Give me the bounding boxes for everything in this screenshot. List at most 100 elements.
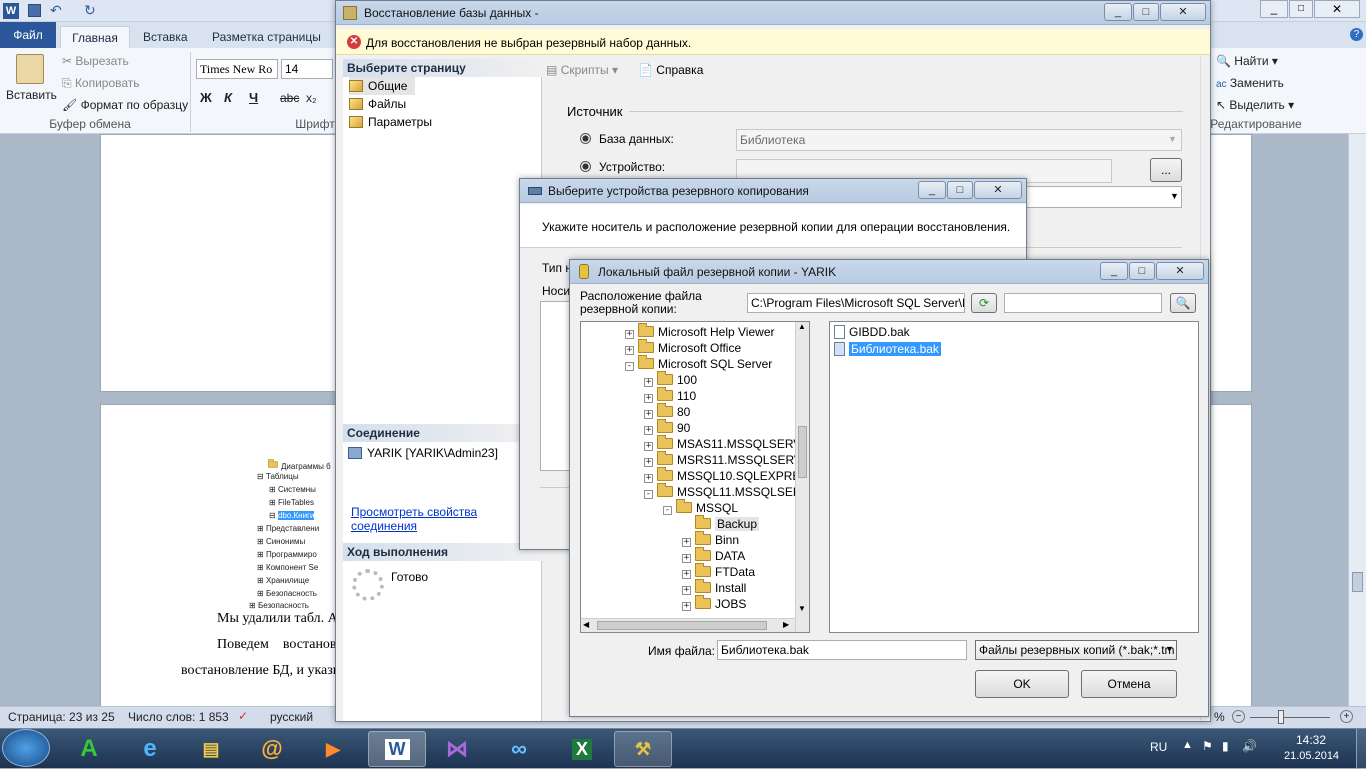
device-browse-button[interactable]: ... [1150,158,1182,182]
hscroll-thumb[interactable] [597,621,767,630]
zoom-slider[interactable] [1250,717,1330,718]
folder-tree-item[interactable]: +90 [644,419,690,436]
cut-button[interactable]: ✂ Вырезать [62,54,129,68]
folder-tree-item[interactable]: Backup [682,515,760,532]
undo-icon[interactable]: ↶ [50,2,62,19]
scroll-down-icon[interactable]: ▼ [798,604,806,613]
show-desktop-button[interactable] [1356,729,1366,769]
strikethrough-button[interactable]: abc [280,91,299,105]
scroll-thumb[interactable] [1352,572,1363,592]
spellcheck-icon[interactable]: ✓ [238,709,248,723]
find-button[interactable]: 🔍 Найти ▾ [1216,54,1278,68]
help-icon[interactable]: ? [1350,28,1363,41]
page-count[interactable]: Страница: 23 из 25 [8,710,115,724]
local-close-button[interactable]: ✕ [1156,262,1204,280]
help-button[interactable]: 📄 Справка [638,63,703,77]
clock-date[interactable]: 21.05.2014 [1284,750,1339,762]
internet-explorer-icon[interactable]: e [121,731,179,767]
app-a-icon[interactable]: A [60,731,118,767]
folder-tree-item[interactable]: + MSRS11.MSSQLSERVER [644,451,809,468]
tab-home[interactable]: Главная [60,26,130,48]
zoom-in-button[interactable]: + [1340,710,1353,723]
italic-button[interactable]: К [224,90,232,105]
language-indicator[interactable]: русский [270,710,313,724]
folder-tree-item[interactable]: +110 [644,387,696,404]
expand-icon[interactable]: + [682,538,691,547]
subscript-button[interactable]: x₂ [306,91,317,105]
word-vertical-scrollbar[interactable] [1348,134,1366,706]
restore-maximize-button[interactable]: □ [1133,3,1159,21]
file-item-selected[interactable]: Библиотека.bak [834,341,941,357]
zoom-level[interactable]: % [1214,710,1225,724]
select-button[interactable]: ↖ Выделить ▾ [1216,98,1294,112]
word-minimize-button[interactable]: _ [1260,0,1288,18]
filter-search-field[interactable] [1004,293,1162,313]
sql-management-studio-icon[interactable]: ⚒ [614,731,672,767]
save-icon[interactable] [28,4,41,17]
expand-icon[interactable]: + [682,554,691,563]
folder-tree-item[interactable]: +80 [644,403,690,420]
folder-tree-item[interactable]: + Install [682,579,746,596]
page-options[interactable]: Параметры [349,113,432,131]
location-path-field[interactable]: C:\Program Files\Microsoft SQL Server\MS… [747,293,965,313]
visual-studio-icon[interactable]: ⋈ [428,731,486,767]
tray-volume-icon[interactable]: 🔊 [1242,739,1257,753]
local-file-titlebar[interactable]: Локальный файл резервной копии - YARIK _… [570,260,1208,284]
folder-tree-item[interactable]: + MSSQL10.SQLEXPRESS [644,467,809,484]
copy-button[interactable]: ⎘ Копировать [62,76,140,91]
format-painter-button[interactable]: 🖌 Формат по образцу [62,98,188,112]
database-radio[interactable]: База данных: [580,132,674,146]
folder-tree-item[interactable]: - Microsoft SQL Server [625,355,772,372]
local-maximize-button[interactable]: □ [1129,262,1155,280]
input-language-indicator[interactable]: RU [1150,740,1167,754]
expand-icon[interactable]: + [644,394,653,403]
local-minimize-button[interactable]: _ [1100,262,1128,280]
backup-devices-titlebar[interactable]: Выберите устройства резервного копирован… [520,179,1026,203]
paste-button[interactable]: Вставить [6,88,57,102]
media-player-icon[interactable]: ▶ [304,731,362,767]
expand-icon[interactable]: + [682,570,691,579]
collapse-icon[interactable]: - [644,490,653,499]
devices-maximize-button[interactable]: □ [947,181,973,199]
font-name-combo[interactable]: Times New Ro [196,59,278,79]
restore-window-titlebar[interactable]: Восстановление базы данных - _ □ ✕ [336,1,1210,25]
expand-icon[interactable]: + [644,426,653,435]
file-list[interactable]: GIBDD.bak Библиотека.bak [829,321,1199,633]
word-taskbar-icon[interactable]: W [368,731,426,767]
page-general[interactable]: Общие [349,77,415,95]
folder-tree-item[interactable]: + Binn [682,531,739,548]
vscroll-thumb[interactable] [798,426,807,478]
file-item[interactable]: GIBDD.bak [834,324,910,340]
underline-button[interactable]: Ч [249,90,258,105]
devices-minimize-button[interactable]: _ [918,181,946,199]
expand-icon[interactable]: + [682,602,691,611]
tab-file[interactable]: Файл [0,22,56,48]
tray-arrow-icon[interactable]: ▲ [1182,739,1193,751]
refresh-button[interactable]: ⟳ [971,293,997,313]
target-database-select[interactable] [1026,186,1182,208]
folder-tree-item[interactable]: + FTData [682,563,755,580]
search-button[interactable]: 🔍 [1170,293,1196,313]
zoom-slider-thumb[interactable] [1278,710,1284,724]
collapse-icon[interactable]: - [625,362,634,371]
excel-taskbar-icon[interactable]: X [553,731,611,767]
expand-icon[interactable]: + [682,586,691,595]
filename-field[interactable]: Библиотека.bak [717,640,967,660]
file-type-filter-select[interactable]: Файлы резервных копий (*.bak;*.tm [975,640,1177,660]
scroll-right-icon[interactable]: ▶ [783,620,789,629]
expand-icon[interactable]: + [644,458,653,467]
scroll-left-icon[interactable]: ◀ [583,620,589,629]
word-close-button[interactable]: ✕ [1314,0,1360,18]
expand-icon[interactable]: + [644,442,653,451]
tree-vscrollbar[interactable]: ▲ ▼ [795,322,809,632]
word-maximize-button[interactable]: □ [1289,0,1313,18]
expand-icon[interactable]: + [625,330,634,339]
folder-tree-item[interactable]: + DATA [682,547,745,564]
replace-button[interactable]: ac Заменить [1216,76,1284,90]
folder-tree-item[interactable]: + Microsoft Help Viewer [625,323,774,340]
scroll-up-icon[interactable]: ▲ [798,322,806,331]
word-count[interactable]: Число слов: 1 853 [128,710,229,724]
expand-icon[interactable]: + [625,346,634,355]
expand-icon[interactable]: + [644,378,653,387]
database-select[interactable]: Библиотека [736,129,1182,151]
